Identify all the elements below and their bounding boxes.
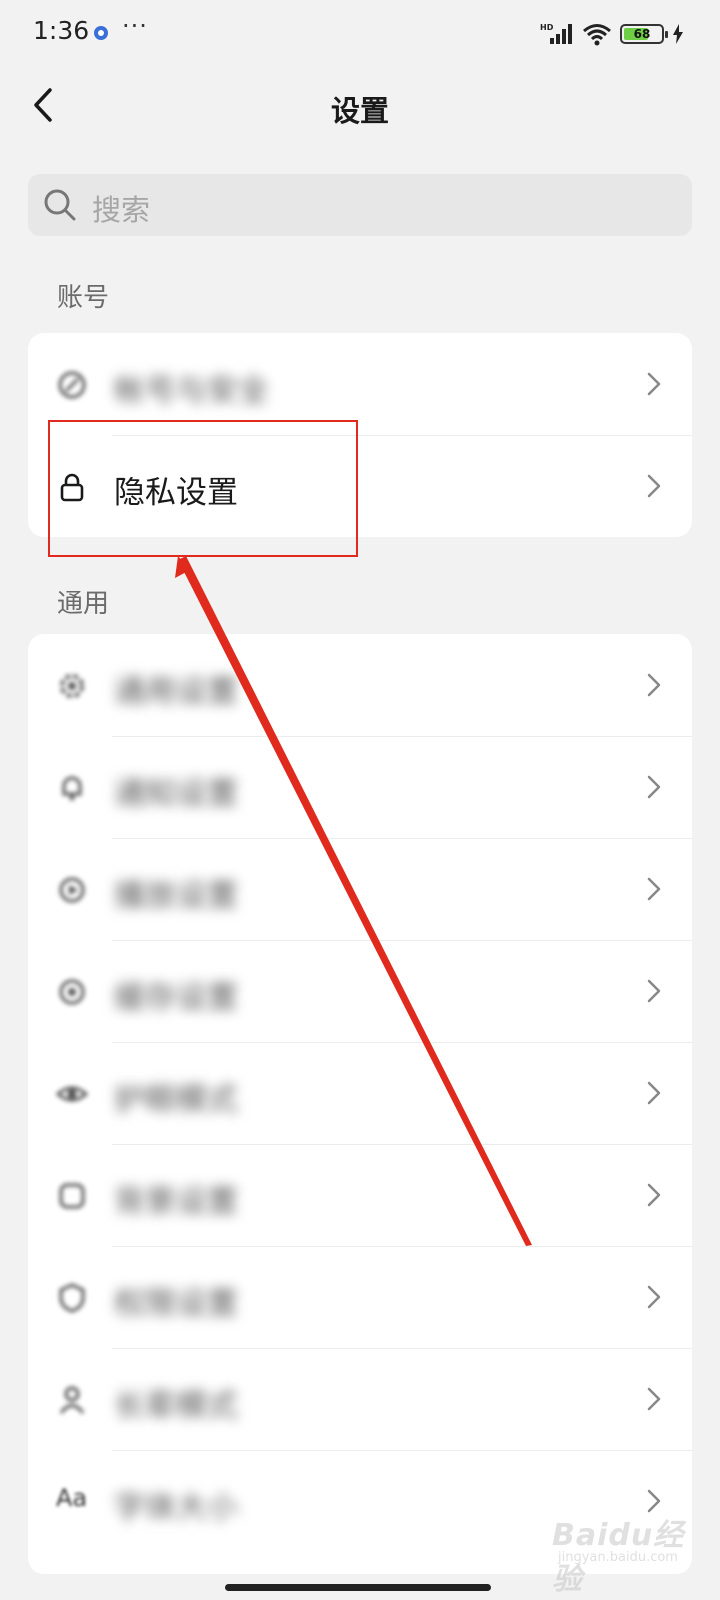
chevron-right-icon — [647, 372, 661, 396]
chevron-right-icon — [647, 1183, 661, 1207]
settings-item-playback[interactable]: 播放设置 — [28, 838, 692, 940]
settings-item-label: 播放设置 — [114, 878, 238, 914]
account-icon — [58, 371, 86, 399]
chevron-right-icon — [647, 1285, 661, 1309]
home-indicator[interactable] — [225, 1584, 491, 1591]
settings-item-label: 背景设置 — [114, 1184, 238, 1220]
search-input[interactable]: 搜索 — [28, 174, 692, 236]
status-bar: 1:36 ··· HD 68 — [0, 0, 720, 66]
lock-icon — [60, 473, 84, 502]
more-notifications-icon: ··· — [122, 12, 148, 40]
gear-icon — [60, 674, 84, 698]
battery-level: 68 — [633, 27, 651, 41]
settings-item-notification[interactable]: 通知设置 — [28, 736, 692, 838]
settings-item-cache[interactable]: 缓存设置 — [28, 940, 692, 1042]
settings-item-label: 帐号与安全 — [114, 373, 269, 409]
bell-icon — [62, 776, 82, 801]
settings-item-label: 长辈模式 — [114, 1388, 238, 1424]
battery-icon: 68 — [620, 24, 668, 44]
watermark-url: jingyan.baidu.com — [558, 1550, 678, 1565]
storage-icon — [59, 979, 85, 1005]
watermark: Baidu经验 jingyan.baidu.com — [548, 1506, 708, 1597]
nav-bar: 设置 — [0, 66, 720, 146]
status-time: 1:36 — [33, 16, 90, 45]
section-label-account: 账号 — [57, 283, 110, 313]
notification-dot-icon — [94, 26, 108, 40]
settings-item-privacy[interactable]: 隐私设置 — [28, 435, 692, 537]
chevron-right-icon — [647, 474, 661, 498]
eye-icon — [56, 1086, 88, 1102]
font-size-icon: Aa — [56, 1484, 88, 1512]
page-title: 设置 — [330, 94, 389, 128]
annotation-arrow-head — [175, 556, 190, 578]
settings-item-label: 字体大小 — [114, 1490, 238, 1526]
chevron-right-icon — [647, 979, 661, 1003]
settings-item-label: 权限设置 — [114, 1286, 238, 1322]
person-icon — [59, 1386, 85, 1414]
chevron-right-icon — [647, 673, 661, 697]
network-type: HD — [540, 23, 554, 32]
settings-item-label: 通知设置 — [114, 776, 238, 812]
chevron-right-icon — [647, 775, 661, 799]
section-label-general: 通用 — [57, 589, 110, 619]
settings-item-label: 缓存设置 — [114, 980, 238, 1016]
account-card: 帐号与安全 隐私设置 — [28, 333, 692, 537]
background-icon — [59, 1183, 85, 1209]
play-icon — [59, 877, 85, 903]
settings-item-permission[interactable]: 权限设置 — [28, 1246, 692, 1348]
settings-item-general[interactable]: 通用设置 — [28, 634, 692, 736]
settings-item-eye-care[interactable]: 护眼模式 — [28, 1042, 692, 1144]
charging-icon — [673, 24, 683, 44]
settings-item-label: 通用设置 — [114, 674, 238, 710]
status-icons: HD 68 — [540, 20, 684, 48]
general-card: 通用设置 通知设置 播放设置 缓存设置 护眼模式 背景设置 权限设置 长辈模式 … — [28, 634, 692, 1574]
settings-item-background[interactable]: 背景设置 — [28, 1144, 692, 1246]
search-icon — [44, 189, 76, 221]
settings-item-account-security[interactable]: 帐号与安全 — [28, 333, 692, 435]
chevron-right-icon — [647, 1081, 661, 1105]
settings-item-label: 护眼模式 — [114, 1082, 238, 1118]
settings-item-elder-mode[interactable]: 长辈模式 — [28, 1348, 692, 1450]
chevron-right-icon — [647, 877, 661, 901]
shield-icon — [59, 1283, 85, 1313]
wifi-icon — [583, 24, 611, 46]
settings-item-label: 隐私设置 — [114, 475, 238, 511]
search-placeholder: 搜索 — [92, 193, 151, 227]
chevron-right-icon — [647, 1387, 661, 1411]
signal-icon: HD — [540, 23, 572, 44]
